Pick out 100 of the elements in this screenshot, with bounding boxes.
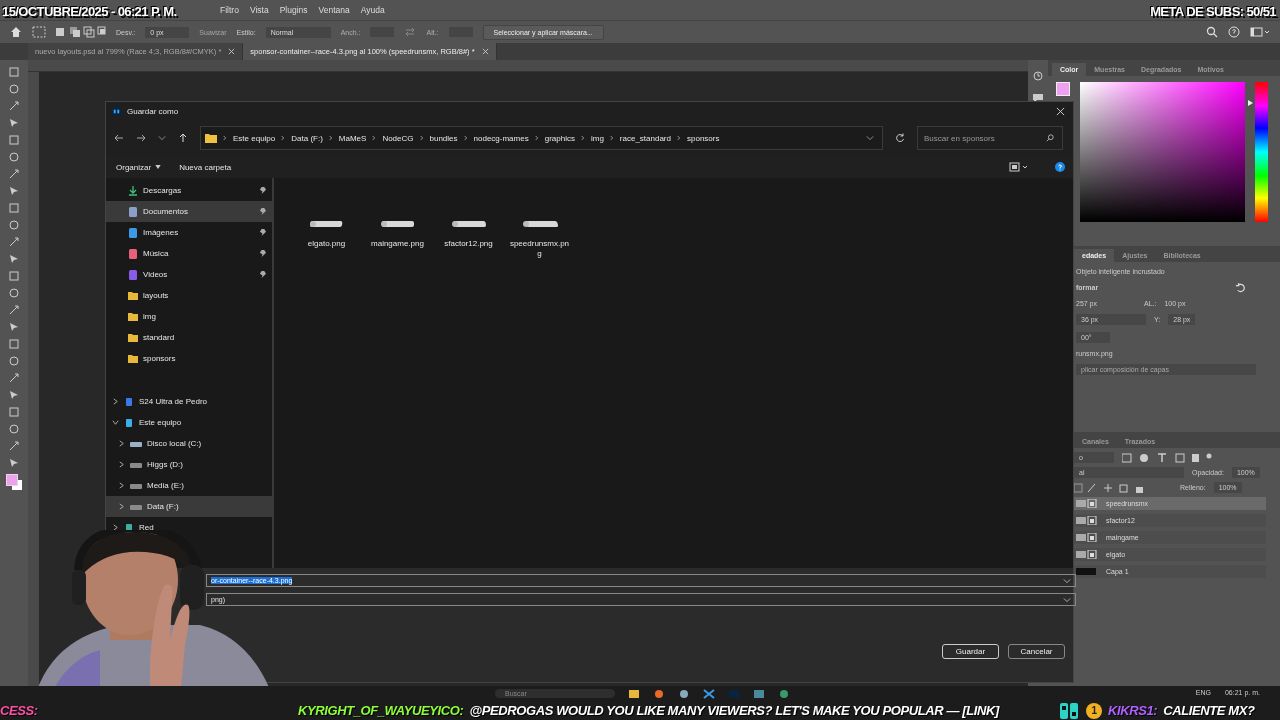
tool-icon[interactable] xyxy=(8,66,20,78)
sidebar-item[interactable]: Documentos xyxy=(106,201,272,222)
tree-item[interactable]: Disco local (C:) xyxy=(106,433,272,454)
tree-item[interactable]: Data (F:) xyxy=(106,496,272,517)
dropdown-icon[interactable] xyxy=(1063,595,1071,604)
pin-icon[interactable] xyxy=(259,187,266,194)
save-button[interactable]: Guardar xyxy=(942,644,999,659)
tool-icon[interactable] xyxy=(8,423,20,435)
comment-icon[interactable] xyxy=(1032,92,1044,104)
close-icon[interactable] xyxy=(228,48,236,55)
workspace-icon[interactable] xyxy=(1250,26,1270,38)
menu-item[interactable]: Ventana xyxy=(318,5,350,15)
tool-icon[interactable] xyxy=(8,236,20,248)
expand-icon[interactable] xyxy=(118,482,125,489)
tree-item[interactable]: S24 Ultra de Pedro xyxy=(106,391,272,412)
breadcrumb-item[interactable]: bundles xyxy=(429,133,458,143)
view-icon[interactable] xyxy=(1009,162,1029,172)
expand-icon[interactable] xyxy=(118,440,125,447)
tool-icon[interactable] xyxy=(8,134,20,146)
tool-icon[interactable] xyxy=(8,219,20,231)
organize-button[interactable]: Organizar xyxy=(116,162,152,172)
tool-icon[interactable] xyxy=(8,304,20,316)
pin-icon[interactable] xyxy=(259,208,266,215)
close-icon[interactable] xyxy=(1056,106,1065,116)
tool-icon[interactable] xyxy=(8,117,20,129)
tool-icon[interactable] xyxy=(8,270,20,282)
breadcrumb-item[interactable]: img xyxy=(590,133,604,143)
back-icon[interactable] xyxy=(114,133,124,143)
tool-icon[interactable] xyxy=(8,202,20,214)
breadcrumb-item[interactable]: Data (F:) xyxy=(291,133,323,143)
expand-icon[interactable] xyxy=(118,461,125,468)
search-icon[interactable] xyxy=(1206,26,1218,38)
hue-slider-thumb[interactable] xyxy=(1248,100,1253,106)
sidebar-item[interactable]: Imágenes xyxy=(106,222,272,243)
tool-icon[interactable] xyxy=(8,457,20,469)
tool-icon[interactable] xyxy=(8,83,20,95)
sidebar-item[interactable]: Videos xyxy=(106,264,272,285)
menu-item[interactable]: Filtro xyxy=(220,5,239,15)
search-field[interactable]: Buscar en sponsors xyxy=(917,126,1063,150)
address-bar[interactable]: Este equipo Data (F:) MaMeS NodeCG bundles nodecg-mames graphics img race_standard sponsors xyxy=(200,126,883,150)
help-icon[interactable] xyxy=(1055,162,1065,172)
pin-icon[interactable] xyxy=(259,229,266,236)
pin-icon[interactable] xyxy=(259,271,266,278)
menu-item[interactable]: Ayuda xyxy=(360,5,385,15)
expand-icon[interactable] xyxy=(118,503,125,510)
foreground-swatch[interactable] xyxy=(1056,82,1070,96)
tool-icon[interactable] xyxy=(8,372,20,384)
expand-icon[interactable] xyxy=(112,524,119,531)
sidebar-item[interactable]: img xyxy=(106,306,272,327)
tool-icon[interactable] xyxy=(8,338,20,350)
sidebar-item[interactable]: standard xyxy=(106,327,272,348)
expand-icon[interactable] xyxy=(112,419,119,426)
breadcrumb-item[interactable]: nodecg-mames xyxy=(473,133,529,143)
up-icon[interactable] xyxy=(178,133,188,143)
tool-icon[interactable] xyxy=(8,355,20,367)
reset-icon[interactable] xyxy=(1235,282,1246,293)
new-folder-button[interactable]: Nueva carpeta xyxy=(179,162,232,172)
tool-icon[interactable] xyxy=(8,389,20,401)
breadcrumb-item[interactable]: MaMeS xyxy=(338,133,367,143)
dropdown-icon[interactable] xyxy=(1063,576,1071,585)
cancel-button[interactable]: Cancelar xyxy=(1008,644,1065,659)
breadcrumb-item[interactable]: NodeCG xyxy=(382,133,414,143)
tool-icon[interactable] xyxy=(8,253,20,265)
home-icon[interactable] xyxy=(10,26,22,38)
tree-item[interactable]: Higgs (D:) xyxy=(106,454,272,475)
expand-icon[interactable] xyxy=(112,398,119,405)
tool-icon[interactable] xyxy=(8,287,20,299)
breadcrumb-item[interactable]: race_standard xyxy=(619,133,671,143)
file-item[interactable]: elgato.png xyxy=(294,218,359,249)
color-field[interactable] xyxy=(1080,82,1245,222)
sidebar-item[interactable]: Música xyxy=(106,243,272,264)
tool-icon[interactable] xyxy=(8,440,20,452)
sidebar-item[interactable]: Descargas xyxy=(106,180,272,201)
file-item[interactable]: maingame.png xyxy=(365,218,430,249)
tool-icon[interactable] xyxy=(8,321,20,333)
tree-item[interactable]: Este equipo xyxy=(106,412,272,433)
tool-icon[interactable] xyxy=(8,168,20,180)
forward-icon[interactable] xyxy=(136,133,146,143)
tool-icon[interactable] xyxy=(8,151,20,163)
sidebar-item[interactable]: layouts xyxy=(106,285,272,306)
pin-icon[interactable] xyxy=(259,250,266,257)
menu-item[interactable]: Plugins xyxy=(279,5,308,15)
tool-icon[interactable] xyxy=(8,406,20,418)
tool-icon[interactable] xyxy=(8,185,20,197)
refresh-icon[interactable] xyxy=(895,133,905,143)
breadcrumb-item[interactable]: graphics xyxy=(544,133,575,143)
file-item[interactable]: speedrunsmx.png xyxy=(507,218,572,259)
tree-item[interactable]: Media (E:) xyxy=(106,475,272,496)
tool-icon[interactable] xyxy=(8,100,20,112)
layer-filter-icons[interactable] xyxy=(1122,452,1212,463)
recent-locations-icon[interactable] xyxy=(158,134,166,142)
tree-item[interactable]: Red xyxy=(106,517,272,538)
breadcrumb-item[interactable]: Este equipo xyxy=(233,133,276,143)
history-icon[interactable] xyxy=(1032,70,1044,82)
dropdown-icon[interactable] xyxy=(866,134,874,142)
lock-icons[interactable] xyxy=(1074,482,1144,493)
selection-mode-icon[interactable] xyxy=(56,26,106,38)
breadcrumb-item[interactable]: sponsors xyxy=(687,133,720,143)
sidebar-item[interactable]: sponsors xyxy=(106,348,272,369)
color-swatches[interactable] xyxy=(6,474,22,490)
